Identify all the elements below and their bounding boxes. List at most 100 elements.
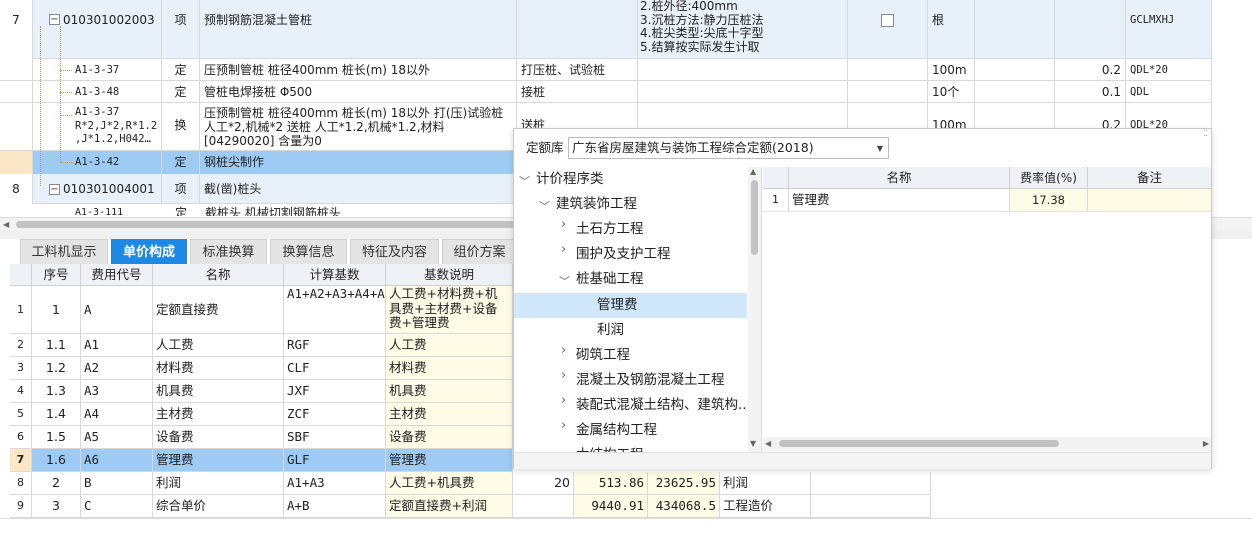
table-row[interactable]: 11A定额直接费A1+A2+A3+A4+A5+A6人工费+材料费+机具费+主材费… [0, 286, 513, 334]
fee-name-cell[interactable]: 材料费 [153, 357, 284, 380]
fee-name-cell[interactable]: 综合单价 [153, 495, 284, 518]
base-description-cell[interactable]: 机具费 [386, 380, 513, 403]
base-description-cell[interactable]: 材料费 [386, 357, 513, 380]
base-formula-cell[interactable]: JXF [284, 380, 386, 403]
fee-name-cell[interactable]: 人工费 [153, 334, 284, 357]
scroll-right-arrow[interactable]: ▶ [1203, 439, 1209, 448]
table-row[interactable]: 3 1.2 A2 材料费 CLF 材料费 [0, 357, 513, 380]
base-description-cell[interactable]: 设备费 [386, 426, 513, 449]
base-formula-cell[interactable]: A1+A3 [284, 472, 386, 495]
tree-node[interactable]: 装配式混凝土结构、建筑构... [576, 393, 751, 418]
total-cell[interactable]: 23625.95 [648, 472, 720, 495]
unit-price-cell[interactable]: 513.86 [574, 472, 648, 495]
fee-name-cell[interactable]: 利润 [153, 472, 284, 495]
fee-type-cell[interactable]: 工程造价 [720, 495, 811, 518]
fee-code-cell[interactable]: B [81, 472, 153, 495]
chevron-right-icon[interactable]: › [561, 242, 566, 257]
table-row[interactable]: 7 1.6 A6 管理费 GLF 管理费 [0, 449, 513, 472]
column-header[interactable]: 名称 [789, 167, 1010, 189]
chevron-right-icon[interactable]: › [561, 343, 566, 358]
base-description-cell[interactable]: 人工费+材料费+机具费+主材费+设备费+管理费 [386, 286, 513, 334]
fee-code-cell[interactable]: A2 [81, 357, 153, 380]
base-description-cell[interactable]: 人工费 [386, 334, 513, 357]
table-row[interactable]: 9 3 C 综合单价 A+B 定额直接费+利润 9440.91 434068.5 工程造价 [0, 495, 931, 518]
tree-node[interactable]: 桩基础工程 [576, 267, 644, 292]
fee-name-cell[interactable]: 管理费 [153, 449, 284, 472]
grid-horizontal-scrollbar[interactable]: ◀ ▶ [763, 437, 1211, 451]
base-formula-cell[interactable]: CLF [284, 357, 386, 380]
fee-name-cell[interactable]: 设备费 [153, 426, 284, 449]
sequence-cell[interactable]: 1.3 [32, 380, 81, 403]
rate-name[interactable]: 管理费 [789, 189, 1010, 211]
fee-name-cell[interactable]: 定额直接费 [153, 286, 284, 334]
sequence-cell[interactable]: 1.5 [32, 426, 81, 449]
chevron-right-icon[interactable]: › [561, 418, 566, 433]
sequence-cell[interactable]: 1.6 [32, 449, 81, 472]
base-formula-cell[interactable]: ZCF [284, 403, 386, 426]
tree-node[interactable]: 金属结构工程 [576, 418, 657, 443]
fee-code-cell[interactable]: A5 [81, 426, 153, 449]
fee-code-cell[interactable]: C [81, 495, 153, 518]
base-description-cell[interactable]: 主材费 [386, 403, 513, 426]
tree-node-selected[interactable]: 管理费 [597, 293, 638, 318]
tree-node[interactable]: 砌筑工程 [576, 343, 630, 368]
base-description-cell[interactable]: 管理费 [386, 449, 513, 472]
fee-code-cell[interactable]: A6 [81, 449, 153, 472]
sequence-cell[interactable]: 1 [32, 286, 81, 334]
fee-code-cell[interactable]: A3 [81, 380, 153, 403]
chevron-down-icon[interactable]: ﹀ [519, 173, 530, 189]
chevron-down-icon[interactable]: ﹀ [539, 198, 550, 214]
chevron-right-icon[interactable]: › [561, 368, 566, 383]
fee-type-cell[interactable]: 利润 [720, 472, 811, 495]
fee-code-cell[interactable]: A1 [81, 334, 153, 357]
tree-node[interactable]: 土石方工程 [576, 217, 644, 242]
sequence-cell[interactable]: 3 [32, 495, 81, 518]
chevron-right-icon[interactable]: › [561, 217, 566, 232]
resize-grip-icon[interactable]: ⁚⁚ [1203, 129, 1208, 139]
base-formula-cell[interactable]: A1+A2+A3+A4+A5+A6 [284, 286, 386, 334]
remark-cell[interactable] [811, 495, 931, 518]
fee-name-cell[interactable]: 主材费 [153, 403, 284, 426]
rate-cell[interactable]: 20 [513, 472, 574, 495]
fee-code-cell[interactable]: A4 [81, 403, 153, 426]
tree-node[interactable]: 建筑装饰工程 [556, 192, 637, 217]
fee-name-cell[interactable]: 机具费 [153, 380, 284, 403]
scrollbar-thumb[interactable] [751, 180, 758, 255]
table-row[interactable]: 5 1.4 A4 主材费 ZCF 主材费 [0, 403, 513, 426]
tree-node[interactable]: 混凝土及钢筋混凝土工程 [576, 368, 725, 393]
sequence-cell[interactable]: 1.4 [32, 403, 81, 426]
tree-node[interactable]: 计价程序类 [536, 167, 604, 192]
rate-note[interactable] [1088, 189, 1211, 211]
chevron-right-icon[interactable]: › [561, 393, 566, 408]
base-formula-cell[interactable]: RGF [284, 334, 386, 357]
library-dropdown[interactable]: 广东省房屋建筑与装饰工程综合定额(2018) ▼ [568, 137, 889, 159]
scroll-left-arrow[interactable]: ◀ [765, 439, 771, 448]
base-formula-cell[interactable]: A+B [284, 495, 386, 518]
sequence-cell[interactable]: 2 [32, 472, 81, 495]
table-row[interactable]: 8 2 B 利润 A1+A3 人工费+机具费 20 513.86 23625.95 利润 [0, 472, 931, 495]
scrollbar-thumb[interactable] [779, 440, 1059, 447]
rate-cell[interactable] [513, 495, 574, 518]
scroll-down-arrow[interactable]: ▼ [750, 439, 756, 448]
column-header[interactable]: 备注 [1088, 167, 1211, 189]
chevron-down-icon[interactable]: ﹀ [559, 273, 570, 289]
base-description-cell[interactable]: 人工费+机具费 [386, 472, 513, 495]
total-cell[interactable]: 434068.5 [648, 495, 720, 518]
table-row[interactable]: 2 1.1 A1 人工费 RGF 人工费 [0, 334, 513, 357]
base-formula-cell[interactable]: SBF [284, 426, 386, 449]
category-tree[interactable]: ﹀ 计价程序类 ﹀ 建筑装饰工程 › 土石方工程 › 围护及支护工程 ﹀ 桩基础… [514, 167, 762, 452]
tree-node[interactable]: 木结构工程 [576, 443, 644, 452]
column-header[interactable]: 费率值(%) [1010, 167, 1088, 189]
base-description-cell[interactable]: 定额直接费+利润 [386, 495, 513, 518]
table-row[interactable]: 4 1.3 A3 机具费 JXF 机具费 [0, 380, 513, 403]
sequence-cell[interactable]: 1.2 [32, 357, 81, 380]
rate-value[interactable]: 17.38 [1010, 189, 1088, 211]
fee-code-cell[interactable]: A [81, 286, 153, 334]
remark-cell[interactable] [811, 472, 931, 495]
scroll-up-arrow[interactable]: ▲ [750, 167, 756, 176]
sequence-cell[interactable]: 1.1 [32, 334, 81, 357]
tree-node[interactable]: 利润 [597, 318, 624, 343]
table-row[interactable]: 1 管理费 17.38 [763, 189, 1211, 212]
tree-node[interactable]: 围护及支护工程 [576, 242, 671, 267]
unit-price-cell[interactable]: 9440.91 [574, 495, 648, 518]
